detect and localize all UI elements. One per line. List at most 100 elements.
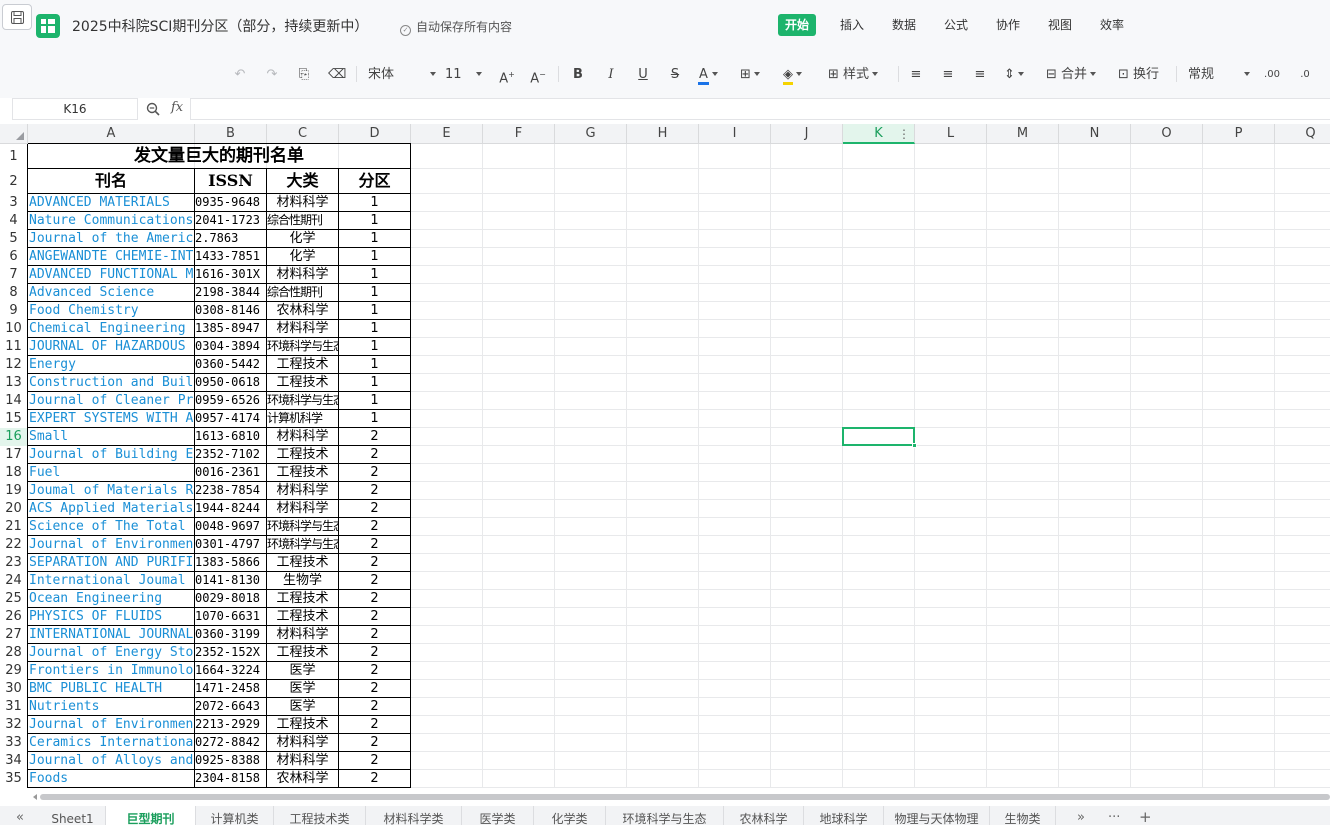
align-left-icon[interactable]: ≡ bbox=[908, 66, 924, 84]
issn-cell[interactable]: 2041-1723 bbox=[195, 212, 267, 230]
zone-cell[interactable]: 2 bbox=[339, 734, 411, 752]
issn-cell[interactable]: 0141-8130 bbox=[195, 572, 267, 590]
category-cell[interactable]: 工程技术 bbox=[267, 464, 339, 482]
sheet-tab[interactable]: 物理与天体物理 bbox=[884, 806, 990, 825]
decimal-increase-icon[interactable]: .00 bbox=[1264, 66, 1280, 84]
borders-button[interactable]: ⊞ bbox=[740, 66, 770, 84]
issn-cell[interactable]: 0016-2361 bbox=[195, 464, 267, 482]
journal-name-cell[interactable]: Advanced Science bbox=[28, 284, 195, 302]
strikethrough-icon[interactable]: S bbox=[667, 66, 683, 84]
zone-cell[interactable]: 2 bbox=[339, 554, 411, 572]
menu-insert[interactable]: 插入 bbox=[833, 14, 871, 36]
journal-name-cell[interactable]: Small bbox=[28, 428, 195, 446]
sheet-tab[interactable]: 计算机类 bbox=[196, 806, 274, 825]
scrollbar-thumb[interactable] bbox=[40, 794, 1330, 800]
column-header-q[interactable]: Q bbox=[1275, 124, 1330, 144]
zone-cell[interactable]: 1 bbox=[339, 248, 411, 266]
issn-cell[interactable]: 1616-301X bbox=[195, 266, 267, 284]
row-header-34[interactable]: 34 bbox=[0, 752, 28, 770]
issn-cell[interactable]: 0048-9697 bbox=[195, 518, 267, 536]
journal-name-cell[interactable]: Fuel bbox=[28, 464, 195, 482]
issn-cell[interactable]: 1383-5866 bbox=[195, 554, 267, 572]
category-cell[interactable]: 工程技术 bbox=[267, 644, 339, 662]
zone-cell[interactable]: 2 bbox=[339, 680, 411, 698]
issn-cell[interactable]: 0029-8018 bbox=[195, 590, 267, 608]
category-cell[interactable]: 工程技术 bbox=[267, 554, 339, 572]
journal-name-cell[interactable]: Nutrients bbox=[28, 698, 195, 716]
horizontal-scrollbar[interactable] bbox=[0, 788, 1330, 806]
prev-sheets-icon[interactable]: « bbox=[16, 810, 24, 825]
format-painter-icon[interactable]: ⎘ bbox=[296, 66, 312, 84]
zone-cell[interactable]: 2 bbox=[339, 608, 411, 626]
sheet-title-cell[interactable]: 发文量巨大的期刊名单 bbox=[28, 144, 411, 169]
category-cell[interactable]: 工程技术 bbox=[267, 590, 339, 608]
category-cell[interactable]: 工程技术 bbox=[267, 608, 339, 626]
row-header-28[interactable]: 28 bbox=[0, 644, 28, 662]
document-title[interactable]: 2025中科院SCI期刊分区（部分，持续更新中） bbox=[72, 16, 368, 36]
issn-cell[interactable]: 1385-8947 bbox=[195, 320, 267, 338]
row-header-1[interactable]: 1 bbox=[0, 144, 28, 169]
font-color-button[interactable]: A bbox=[698, 66, 726, 85]
journal-name-cell[interactable]: Energy bbox=[28, 356, 195, 374]
zone-cell[interactable]: 1 bbox=[339, 302, 411, 320]
category-cell[interactable]: 材料科学 bbox=[267, 320, 339, 338]
journal-name-cell[interactable]: JOURNAL OF HAZARDOUS bbox=[28, 338, 195, 356]
row-header-31[interactable]: 31 bbox=[0, 698, 28, 716]
zone-cell[interactable]: 2 bbox=[339, 464, 411, 482]
zone-cell[interactable]: 2 bbox=[339, 500, 411, 518]
zone-cell[interactable]: 1 bbox=[339, 320, 411, 338]
column-header-o[interactable]: O bbox=[1131, 124, 1203, 144]
category-cell[interactable]: 综合性期刊 bbox=[267, 284, 339, 302]
merge-button[interactable]: ⊟ 合并 bbox=[1046, 66, 1104, 84]
journal-name-cell[interactable]: ADVANCED MATERIALS bbox=[28, 194, 195, 212]
select-all-corner[interactable] bbox=[0, 124, 28, 144]
menu-collaborate[interactable]: 协作 bbox=[989, 14, 1027, 36]
column-header-c[interactable]: C bbox=[267, 124, 339, 144]
zone-cell[interactable]: 1 bbox=[339, 374, 411, 392]
category-cell[interactable]: 环境科学与生态 bbox=[267, 392, 339, 410]
formula-input[interactable] bbox=[190, 98, 1330, 120]
header-cell[interactable]: ISSN bbox=[195, 169, 267, 194]
journal-name-cell[interactable]: ANGEWANDTE CHEMIE-INT bbox=[28, 248, 195, 266]
journal-name-cell[interactable]: Journal of Environmen bbox=[28, 716, 195, 734]
zone-cell[interactable]: 2 bbox=[339, 716, 411, 734]
zone-cell[interactable]: 2 bbox=[339, 626, 411, 644]
issn-cell[interactable]: 0360-3199 bbox=[195, 626, 267, 644]
clear-format-icon[interactable]: ⌫ bbox=[328, 66, 346, 84]
zoom-icon[interactable] bbox=[146, 102, 160, 116]
row-header-10[interactable]: 10 bbox=[0, 320, 28, 338]
zone-cell[interactable]: 1 bbox=[339, 392, 411, 410]
row-header-13[interactable]: 13 bbox=[0, 374, 28, 392]
style-button[interactable]: ⊞ 样式 bbox=[828, 66, 888, 84]
journal-name-cell[interactable]: SEPARATION AND PURIFI bbox=[28, 554, 195, 572]
row-header-16[interactable]: 16 bbox=[0, 428, 28, 446]
category-cell[interactable]: 工程技术 bbox=[267, 356, 339, 374]
category-cell[interactable]: 综合性期刊 bbox=[267, 212, 339, 230]
sheet-tab[interactable]: 农林科学 bbox=[724, 806, 804, 825]
journal-name-cell[interactable]: Science of The Total bbox=[28, 518, 195, 536]
journal-name-cell[interactable]: Frontiers in Immunolo bbox=[28, 662, 195, 680]
sheet-tab[interactable]: 材料科学类 bbox=[366, 806, 462, 825]
sheet-tab[interactable]: 工程技术类 bbox=[274, 806, 366, 825]
journal-name-cell[interactable]: PHYSICS OF FLUIDS bbox=[28, 608, 195, 626]
sheet-list-icon[interactable]: ··· bbox=[1108, 810, 1120, 825]
row-header-26[interactable]: 26 bbox=[0, 608, 28, 626]
category-cell[interactable]: 计算机科学 bbox=[267, 410, 339, 428]
column-header-e[interactable]: E bbox=[411, 124, 483, 144]
category-cell[interactable]: 材料科学 bbox=[267, 500, 339, 518]
sheet-tab[interactable]: Sheet1 bbox=[40, 806, 106, 825]
row-header-6[interactable]: 6 bbox=[0, 248, 28, 266]
category-cell[interactable]: 环境科学与生态 bbox=[267, 518, 339, 536]
journal-name-cell[interactable]: Construction and Buil bbox=[28, 374, 195, 392]
row-header-29[interactable]: 29 bbox=[0, 662, 28, 680]
row-header-33[interactable]: 33 bbox=[0, 734, 28, 752]
issn-cell[interactable]: 2304-8158 bbox=[195, 770, 267, 788]
sheet-tab[interactable]: 生物类 bbox=[990, 806, 1056, 825]
issn-cell[interactable]: 0959-6526 bbox=[195, 392, 267, 410]
row-header-32[interactable]: 32 bbox=[0, 716, 28, 734]
save-icon[interactable] bbox=[2, 4, 32, 30]
sheet-tab[interactable]: 地球科学 bbox=[804, 806, 884, 825]
category-cell[interactable]: 工程技术 bbox=[267, 716, 339, 734]
redo-icon[interactable]: ↷ bbox=[264, 66, 280, 84]
category-cell[interactable]: 材料科学 bbox=[267, 626, 339, 644]
